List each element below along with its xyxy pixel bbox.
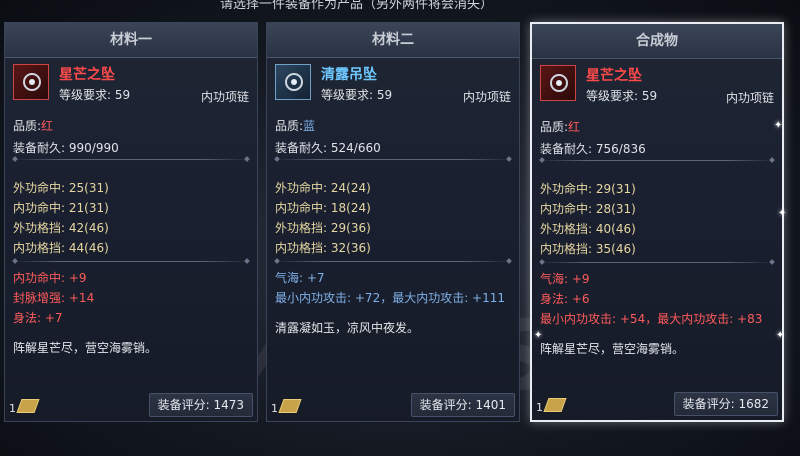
- panel-footer: 1 装备评分: 1682: [532, 390, 782, 420]
- item-description: 阵解星芒尽，营空海雾销。: [540, 342, 685, 356]
- item-slot: 内功项链: [200, 90, 249, 104]
- bonus-line: 最小内功攻击: +54，最大内功攻击: +83: [540, 312, 763, 326]
- durability-line: 装备耐久: 756/836: [540, 142, 646, 156]
- panel-header: 材料一: [5, 23, 257, 58]
- bonus-line: 身法: +7: [13, 311, 63, 325]
- level-requirement: 等级要求: 59: [59, 88, 131, 102]
- quality-line: 品质:蓝: [275, 119, 316, 133]
- sparkle-icon: ✦: [776, 330, 785, 341]
- stat-line: 外功格挡: 29(36): [275, 221, 371, 235]
- item-count: 1: [271, 402, 278, 415]
- equipment-score: 装备评分: 1473: [148, 393, 253, 417]
- item-slot: 内功项链: [462, 90, 511, 104]
- stat-line: 外功命中: 24(24): [275, 181, 371, 195]
- scroll-icon: [543, 398, 567, 412]
- bonus-line: 身法: +6: [540, 292, 590, 306]
- level-requirement: 等级要求: 59: [321, 88, 393, 102]
- item-count: 1: [9, 402, 16, 415]
- quality-line: 品质:红: [13, 119, 54, 133]
- stat-line: 外功命中: 29(31): [540, 182, 636, 196]
- scroll-icon: [16, 399, 40, 413]
- item-slot: 内功项链: [725, 91, 774, 105]
- stat-line: 外功命中: 25(31): [13, 181, 109, 195]
- top-hint: 请选择一件装备作为产品（另外两件将会消失）: [220, 0, 494, 12]
- result-panel[interactable]: 合成物 星芒之坠 等级要求: 59 内功项链 品质:红 装备耐久: 756/83…: [530, 22, 784, 422]
- necklace-icon: [540, 65, 576, 101]
- equipment-score: 装备评分: 1682: [673, 392, 778, 416]
- panel-header: 材料二: [267, 23, 519, 58]
- sparkle-icon: ✦: [774, 120, 783, 131]
- divider: [13, 159, 249, 160]
- scroll-icon: [278, 399, 302, 413]
- stat-line: 外功格挡: 42(46): [13, 221, 109, 235]
- stat-line: 外功格挡: 40(46): [540, 222, 636, 236]
- stat-line: 内功命中: 18(24): [275, 201, 371, 215]
- panel-header: 合成物: [532, 24, 782, 59]
- bonus-line: 内功命中: +9: [13, 271, 87, 285]
- panel-footer: 1 装备评分: 1401: [267, 391, 519, 421]
- item-description: 清露凝如玉，凉风中夜发。: [275, 321, 420, 335]
- durability-line: 装备耐久: 990/990: [13, 141, 119, 155]
- pendant-icon: [275, 64, 311, 100]
- bonus-line: 气海: +9: [540, 272, 590, 286]
- stat-line: 内功命中: 28(31): [540, 202, 636, 216]
- stat-line: 内功命中: 21(31): [13, 201, 109, 215]
- bonus-line: 气海: +7: [275, 271, 325, 285]
- divider: [540, 262, 774, 263]
- item-description: 阵解星芒尽，营空海雾销。: [13, 341, 158, 355]
- bonus-line: 最小内功攻击: +72，最大内功攻击: +111: [275, 291, 506, 305]
- item-name: 清露吊坠: [321, 67, 377, 83]
- divider: [275, 159, 511, 160]
- material-one-panel[interactable]: 材料一 星芒之坠 等级要求: 59 内功项链 品质:红 装备耐久: 990/99…: [4, 22, 258, 422]
- panel-footer: 1 装备评分: 1473: [5, 391, 257, 421]
- durability-line: 装备耐久: 524/660: [275, 141, 381, 155]
- item-name: 星芒之坠: [586, 68, 642, 84]
- material-two-panel[interactable]: 材料二 清露吊坠 等级要求: 59 内功项链 品质:蓝 装备耐久: 524/66…: [266, 22, 520, 422]
- quality-line: 品质:红: [540, 120, 581, 134]
- level-requirement: 等级要求: 59: [586, 89, 658, 103]
- divider: [540, 160, 774, 161]
- stat-line: 内功格挡: 44(46): [13, 241, 109, 255]
- necklace-icon: [13, 64, 49, 100]
- stat-line: 内功格挡: 35(46): [540, 242, 636, 256]
- bonus-line: 封脉增强: +14: [13, 291, 95, 305]
- equipment-score: 装备评分: 1401: [410, 393, 515, 417]
- divider: [13, 261, 249, 262]
- sparkle-icon: ✦: [534, 330, 543, 341]
- item-name: 星芒之坠: [59, 67, 115, 83]
- stat-line: 内功格挡: 32(36): [275, 241, 371, 255]
- divider: [275, 261, 511, 262]
- item-count: 1: [536, 401, 543, 414]
- sparkle-icon: ✦: [778, 208, 787, 219]
